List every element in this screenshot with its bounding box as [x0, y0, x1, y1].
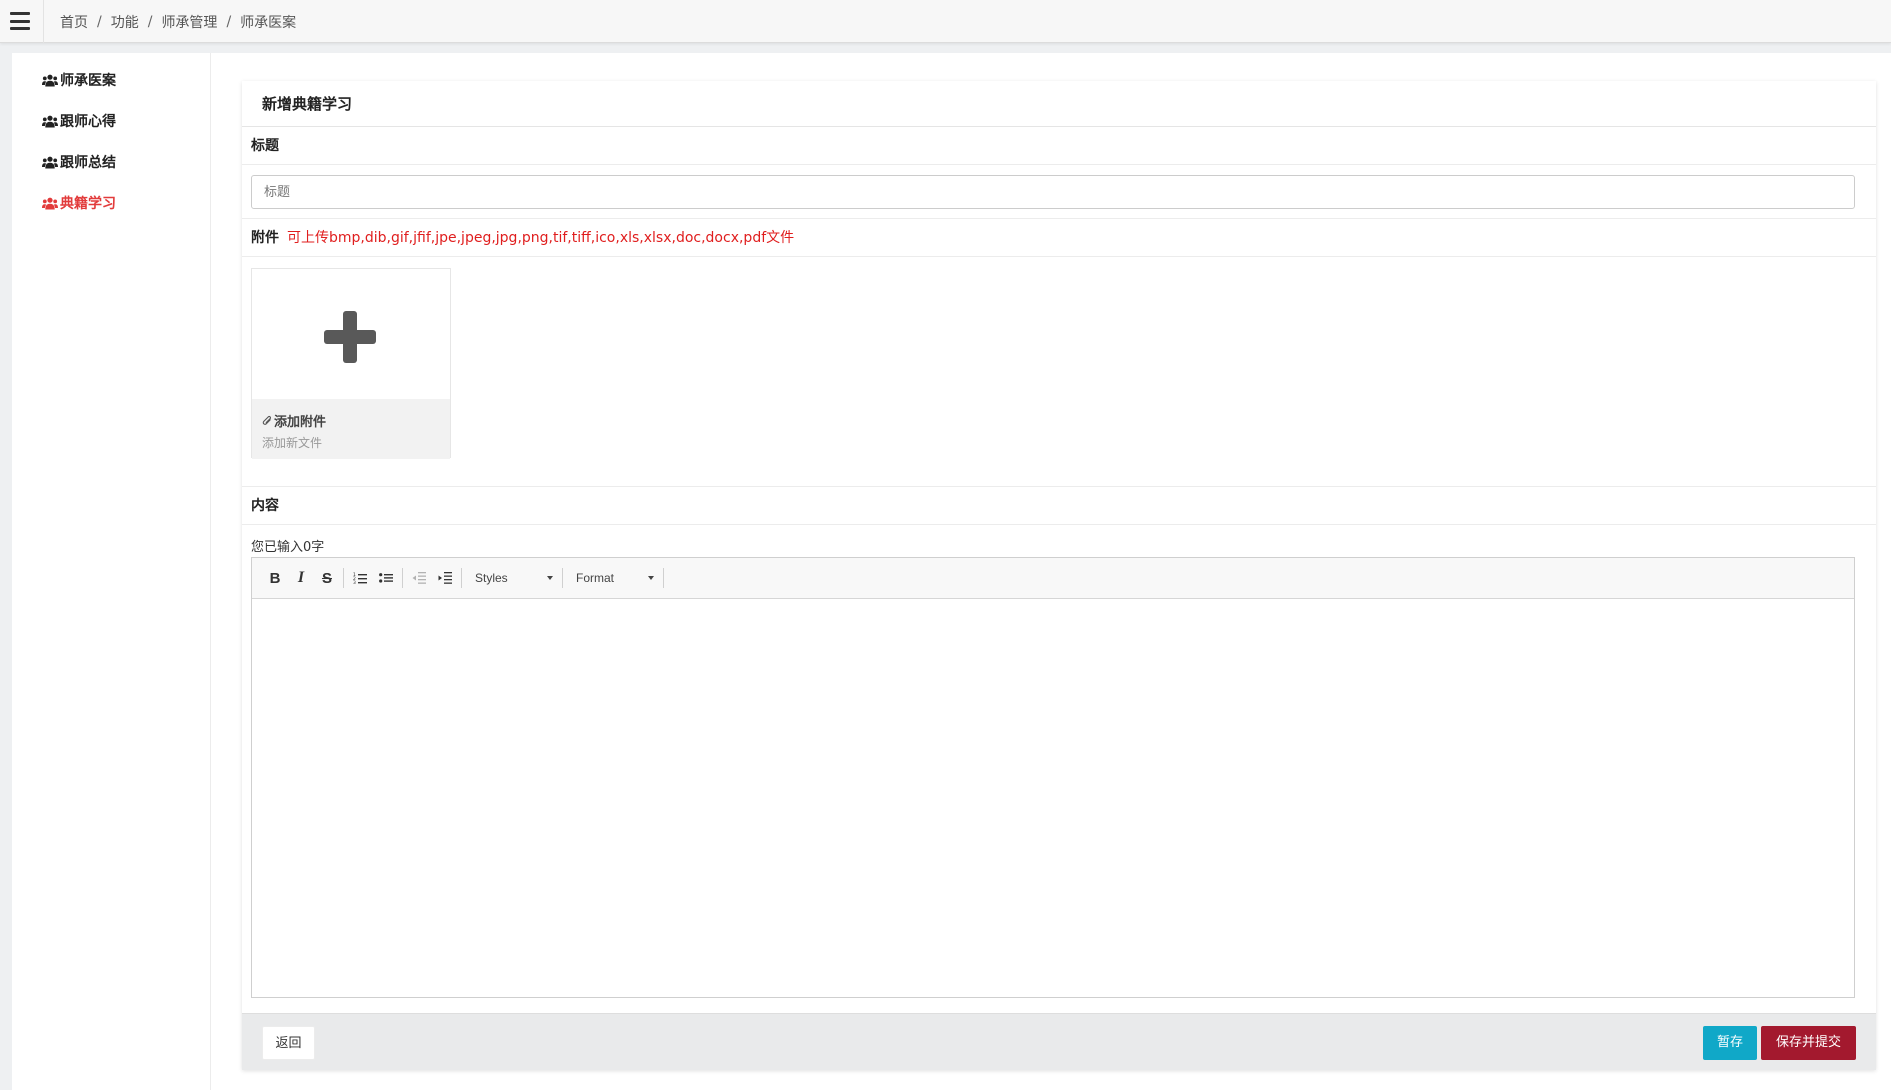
toolbar-separator: [663, 568, 664, 588]
styles-dropdown-label: Styles: [475, 571, 508, 585]
breadcrumb-separator: /: [226, 13, 232, 30]
upload-title: 添加附件: [262, 411, 440, 430]
attachment-row: 附件 可上传bmp,dib,gif,jfif,jpe,jpeg,jpg,png,t…: [242, 219, 1876, 257]
plus-icon: [324, 311, 376, 363]
upload-info: 添加附件 添加新文件: [252, 399, 450, 459]
rich-text-editor: B I S 1 2 3 Styles Format: [251, 557, 1855, 998]
breadcrumb: 首页 / 功能 / 师承管理 / 师承医案: [60, 0, 296, 43]
sidebar-item-mentor-summary[interactable]: 跟师总结: [42, 151, 116, 173]
bold-button[interactable]: B: [262, 565, 288, 591]
sidebar-item-mentor-insights[interactable]: 跟师心得: [42, 110, 116, 132]
toolbar-separator: [343, 568, 344, 588]
chevron-down-icon: [547, 576, 553, 580]
indent-button[interactable]: [432, 565, 458, 591]
svg-text:3: 3: [353, 580, 356, 584]
users-icon: [42, 156, 58, 168]
editor-content-area[interactable]: [252, 599, 1854, 997]
bulleted-list-button[interactable]: [373, 565, 399, 591]
main-content: 师承医案 跟师心得 跟师总结 典籍学习 新增典籍学习 标题 标题 附件 可上传b…: [12, 53, 1891, 1090]
breadcrumb-home[interactable]: 首页: [60, 12, 88, 32]
upload-preview: [252, 269, 450, 399]
sidebar-item-classics-study[interactable]: 典籍学习: [42, 192, 116, 214]
styles-dropdown[interactable]: Styles: [465, 565, 559, 591]
users-icon: [42, 115, 58, 127]
form-footer: 返回 暂存 保存并提交: [242, 1013, 1876, 1070]
indent-icon: [438, 572, 452, 584]
attachment-hint: 可上传bmp,dib,gif,jfif,jpe,jpeg,jpg,png,tif…: [287, 230, 795, 246]
breadcrumb-mentorship-cases[interactable]: 师承医案: [240, 12, 296, 32]
upload-title-text: 添加附件: [274, 415, 327, 430]
save-draft-button[interactable]: 暂存: [1703, 1026, 1757, 1060]
chevron-down-icon: [648, 576, 654, 580]
sidebar-item-label: 跟师总结: [60, 155, 116, 171]
italic-button[interactable]: I: [288, 565, 314, 591]
numbered-list-icon: 1 2 3: [353, 572, 367, 584]
sidebar: 师承医案 跟师心得 跟师总结 典籍学习: [12, 53, 211, 1090]
upload-subtitle: 添加新文件: [262, 436, 323, 450]
format-dropdown[interactable]: Format: [566, 565, 660, 591]
users-icon: [42, 74, 58, 86]
toolbar-separator: [562, 568, 563, 588]
sidebar-item-mentorship-cases[interactable]: 师承医案: [42, 69, 116, 91]
save-and-submit-button[interactable]: 保存并提交: [1761, 1026, 1856, 1060]
outdent-button[interactable]: [406, 565, 432, 591]
sidebar-item-label: 师承医案: [60, 73, 116, 89]
char-count: 您已输入0字: [251, 540, 325, 555]
menu-toggle-icon[interactable]: [10, 12, 30, 30]
title-input[interactable]: [251, 175, 1855, 209]
users-icon: [42, 197, 58, 209]
bulleted-list-icon: [379, 573, 393, 583]
breadcrumb-mentorship-management[interactable]: 师承管理: [161, 12, 217, 32]
paperclip-icon: [262, 415, 272, 425]
content-label: 内容: [242, 487, 1876, 525]
outdent-icon: [412, 572, 426, 584]
strikethrough-button[interactable]: S: [314, 565, 340, 591]
back-button[interactable]: 返回: [262, 1026, 315, 1060]
add-attachment-button[interactable]: 添加附件 添加新文件: [251, 268, 451, 459]
editor-toolbar: B I S 1 2 3 Styles Format: [252, 558, 1854, 599]
sidebar-item-label: 典籍学习: [60, 196, 116, 212]
card-title: 新增典籍学习: [242, 81, 1876, 127]
format-dropdown-label: Format: [576, 571, 615, 585]
title-label: 标题: [242, 127, 1876, 165]
breadcrumb-function[interactable]: 功能: [111, 12, 139, 32]
toolbar-separator: [402, 568, 403, 588]
breadcrumb-separator: /: [147, 13, 153, 30]
topbar-divider: [43, 0, 44, 43]
breadcrumb-separator: /: [97, 13, 102, 30]
numbered-list-button[interactable]: 1 2 3: [347, 565, 373, 591]
top-bar: 首页 / 功能 / 师承管理 / 师承医案: [0, 0, 1891, 43]
toolbar-separator: [461, 568, 462, 588]
form-card: 新增典籍学习 标题 附件可上传bmp,dib,gif,jfif,jpe,jpeg…: [242, 81, 1876, 1070]
sidebar-item-label: 跟师心得: [60, 114, 116, 130]
attachment-label: 附件: [251, 230, 279, 246]
